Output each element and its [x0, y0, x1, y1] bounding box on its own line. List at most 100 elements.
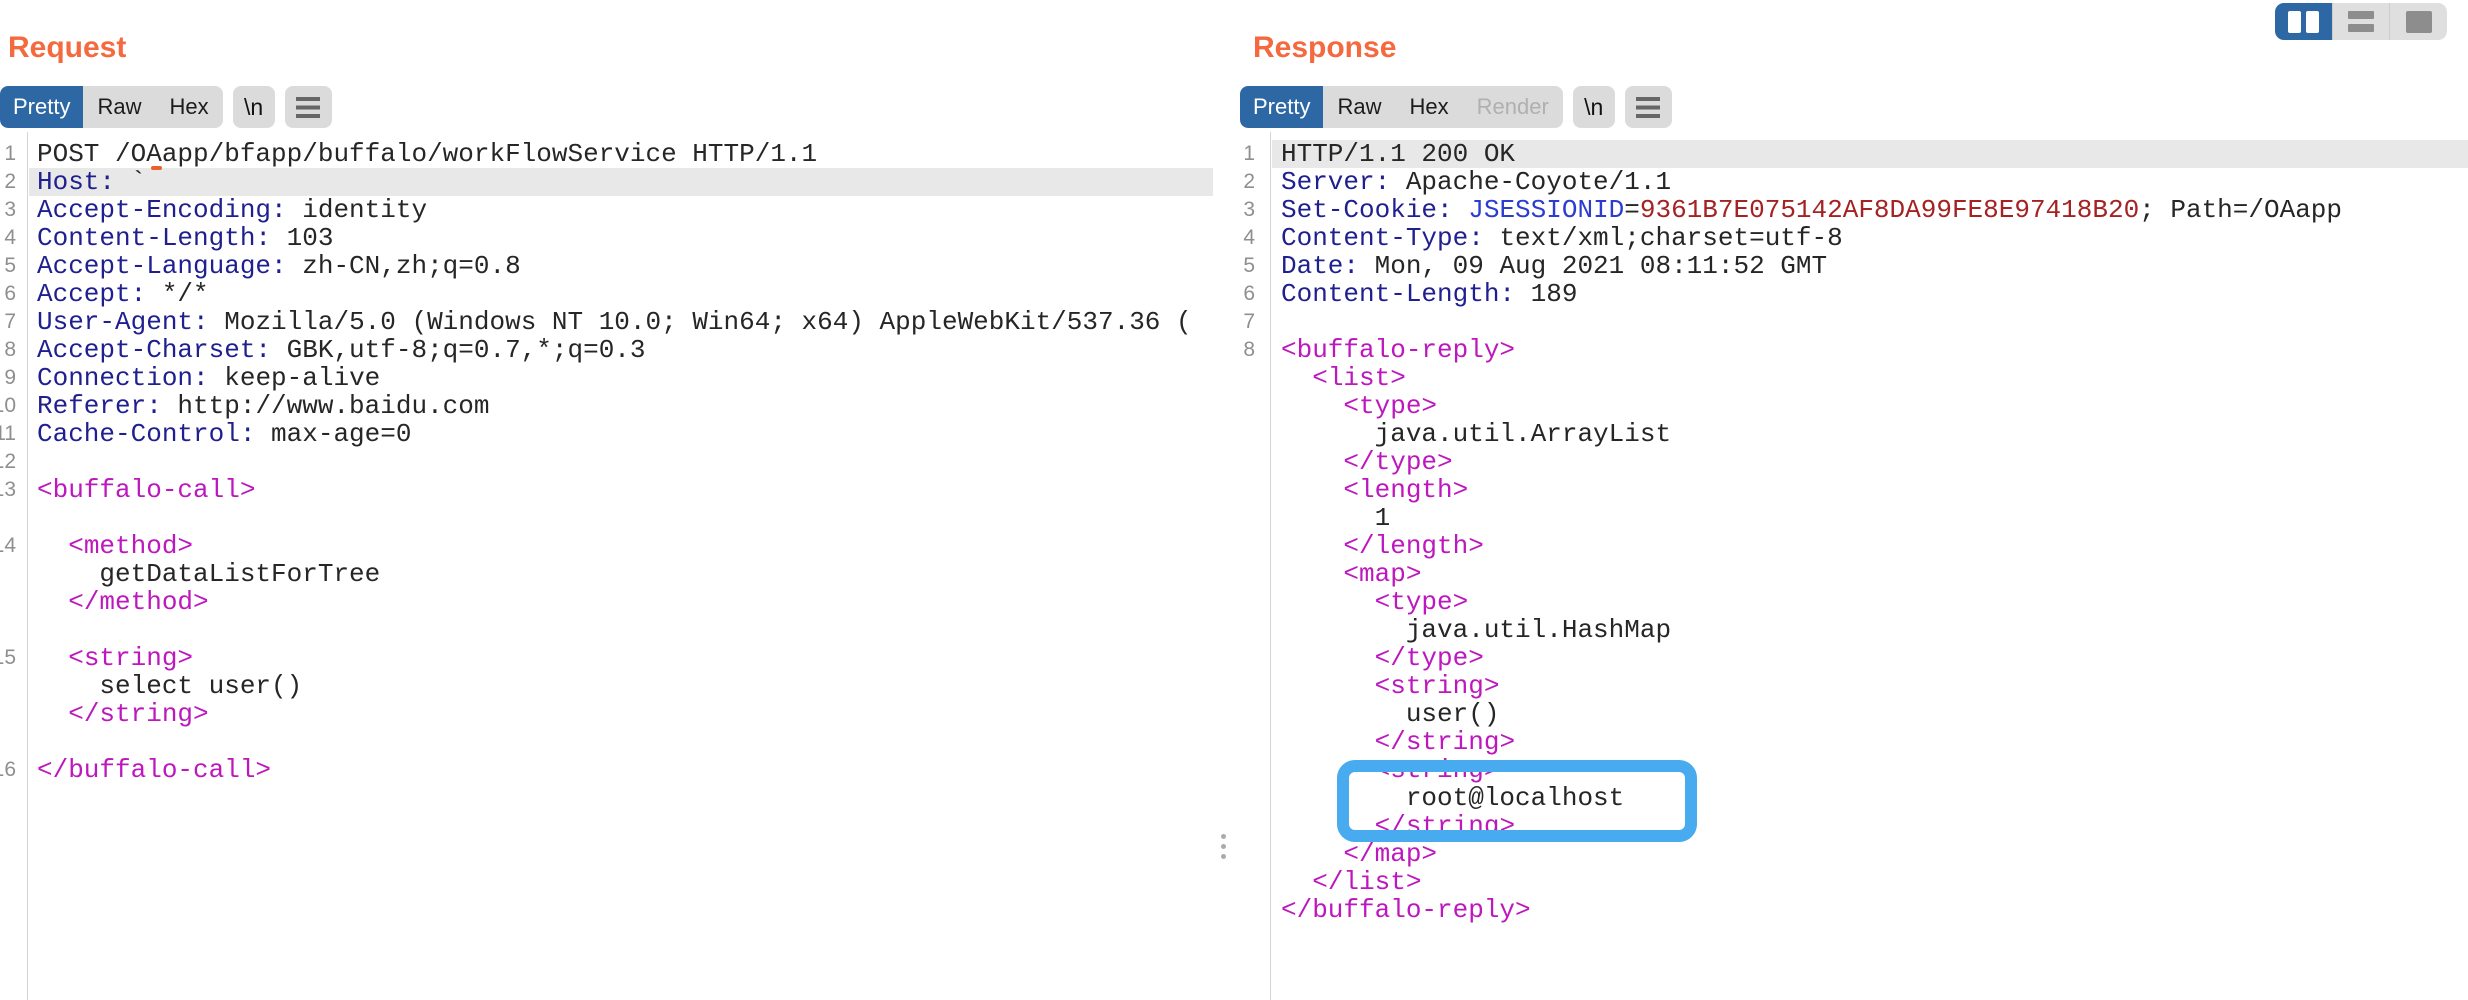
- single-pane-icon: [2406, 11, 2432, 33]
- line-number: 6: [0, 280, 16, 308]
- code-line: select user(): [0, 672, 1213, 700]
- code-line: </map>: [1240, 840, 2468, 868]
- request-title: Request: [8, 31, 126, 65]
- line-number: [1240, 392, 1255, 420]
- line-number: 1: [0, 140, 16, 168]
- code-line: 1: [1240, 504, 2468, 532]
- line-number: 5: [1240, 252, 1255, 280]
- line-number: 7: [1240, 308, 1255, 336]
- code-line: 2Server: Apache-Coyote/1.1: [1240, 168, 2468, 196]
- code-line: [0, 728, 1213, 756]
- code-line: getDataListForTree: [0, 560, 1213, 588]
- line-number: [0, 672, 16, 700]
- code-line: 1HTTP/1.1 200 OK: [1240, 140, 2468, 168]
- line-number: 2: [0, 168, 16, 196]
- response-tab-group: Pretty Raw Hex Render: [1240, 86, 1563, 128]
- code-line: </buffalo-reply>: [1240, 896, 2468, 924]
- line-number: [1240, 784, 1255, 812]
- code-line: java.util.ArrayList: [1240, 420, 2468, 448]
- line-number: 2: [1240, 168, 1255, 196]
- response-tab-raw[interactable]: Raw: [1323, 86, 1395, 128]
- code-line: </length>: [1240, 532, 2468, 560]
- line-number: [1240, 728, 1255, 756]
- panel-splitter-handle[interactable]: [1219, 834, 1227, 864]
- request-tab-raw[interactable]: Raw: [83, 86, 155, 128]
- code-line: 7User-Agent: Mozilla/5.0 (Windows NT 10.…: [0, 308, 1213, 336]
- code-line: root@localhost: [1240, 784, 2468, 812]
- code-line: 11Cache-Control: max-age=0: [0, 420, 1213, 448]
- response-title: Response: [1253, 31, 1396, 65]
- line-number: [1240, 896, 1255, 924]
- code-line: 2Host: `: [0, 168, 1213, 196]
- hamburger-icon: [296, 97, 320, 118]
- request-tab-pretty[interactable]: Pretty: [0, 86, 83, 128]
- single-pane-view-button[interactable]: [2389, 3, 2447, 40]
- code-line: [0, 616, 1213, 644]
- code-line: </type>: [1240, 644, 2468, 672]
- line-number: 4: [1240, 224, 1255, 252]
- line-number: [0, 700, 16, 728]
- code-line: 6Accept: */*: [0, 280, 1213, 308]
- splitter-dot: [1221, 834, 1226, 839]
- code-line: </string>: [1240, 728, 2468, 756]
- line-number: [0, 560, 16, 588]
- code-line: java.util.HashMap: [1240, 616, 2468, 644]
- code-line: 8Accept-Charset: GBK,utf-8;q=0.7,*;q=0.3: [0, 336, 1213, 364]
- response-panel: Response Pretty Raw Hex Render \n 1HTTP/…: [1240, 0, 2468, 1000]
- line-number: 8: [0, 336, 16, 364]
- line-number: 15: [0, 644, 16, 672]
- request-newline-toggle-button[interactable]: \n: [233, 86, 275, 128]
- line-number: 10: [0, 392, 16, 420]
- code-line: 4Content-Length: 103: [0, 224, 1213, 252]
- underline-marker: [151, 166, 162, 170]
- line-number: 7: [0, 308, 16, 336]
- code-line: [0, 504, 1213, 532]
- line-number: [1240, 476, 1255, 504]
- line-number: 11: [0, 420, 16, 448]
- code-line: 5Date: Mon, 09 Aug 2021 08:11:52 GMT: [1240, 252, 2468, 280]
- split-rows-view-button[interactable]: [2332, 3, 2390, 40]
- hamburger-icon: [1636, 97, 1660, 118]
- response-tab-hex[interactable]: Hex: [1395, 86, 1462, 128]
- layout-toggle-control: [2275, 3, 2447, 40]
- request-tab-group: Pretty Raw Hex: [0, 86, 223, 128]
- line-number: 4: [0, 224, 16, 252]
- code-line: </method>: [0, 588, 1213, 616]
- line-number: [0, 504, 16, 532]
- code-line: <list>: [1240, 364, 2468, 392]
- code-line: </list>: [1240, 868, 2468, 896]
- line-number: [1240, 840, 1255, 868]
- line-number: [1240, 756, 1255, 784]
- request-editor-menu-button[interactable]: [285, 86, 332, 128]
- request-editor[interactable]: 1POST /OAapp/bfapp/buffalo/workFlowServi…: [0, 140, 1213, 784]
- response-tab-pretty[interactable]: Pretty: [1240, 86, 1323, 128]
- code-line: 6Content-Length: 189: [1240, 280, 2468, 308]
- line-number: [0, 588, 16, 616]
- code-line: 16</buffalo-call>: [0, 756, 1213, 784]
- splitter-dot: [1221, 844, 1226, 849]
- split-columns-view-button[interactable]: [2275, 3, 2332, 40]
- code-line: 5Accept-Language: zh-CN,zh;q=0.8: [0, 252, 1213, 280]
- line-number: [1240, 504, 1255, 532]
- line-number: [0, 616, 16, 644]
- code-line: <string>: [1240, 672, 2468, 700]
- line-number: [1240, 700, 1255, 728]
- line-number: 6: [1240, 280, 1255, 308]
- request-tab-hex[interactable]: Hex: [155, 86, 222, 128]
- code-line: </string>: [0, 700, 1213, 728]
- code-line: </type>: [1240, 448, 2468, 476]
- response-tab-render[interactable]: Render: [1463, 86, 1563, 128]
- response-editor-menu-button[interactable]: [1625, 86, 1672, 128]
- code-line: 15 <string>: [0, 644, 1213, 672]
- code-line: 3Set-Cookie: JSESSIONID=9361B7E075142AF8…: [1240, 196, 2468, 224]
- line-number: [1240, 420, 1255, 448]
- response-newline-toggle-button[interactable]: \n: [1573, 86, 1615, 128]
- line-number: 1: [1240, 140, 1255, 168]
- response-editor[interactable]: 1HTTP/1.1 200 OK2Server: Apache-Coyote/1…: [1240, 140, 2468, 924]
- line-number: 13: [0, 476, 16, 504]
- line-number: 5: [0, 252, 16, 280]
- line-number: [1240, 532, 1255, 560]
- line-number: 12: [0, 448, 16, 476]
- line-number: [1240, 616, 1255, 644]
- code-line: 10Referer: http://www.baidu.com: [0, 392, 1213, 420]
